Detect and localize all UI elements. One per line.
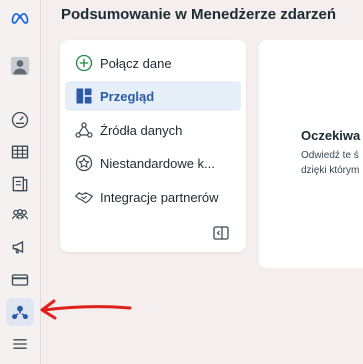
overview-icon (74, 86, 94, 106)
catalog-icon[interactable] (6, 170, 34, 198)
page-title: Podsumowanie w Menedżerze zdarzeń (61, 6, 337, 23)
megaphone-icon[interactable] (6, 233, 34, 261)
menu-item-overview[interactable]: Przegląd (65, 81, 241, 111)
table-icon[interactable] (6, 138, 34, 166)
main-content-card: Oczekiwa Odwiedź te ś dzięki którym (259, 40, 363, 268)
menu-item-label: Niestandardowe k... (100, 155, 215, 171)
card-heading: Oczekiwa (301, 128, 361, 143)
dashboard-gauge-icon[interactable] (6, 106, 34, 134)
custom-conversions-icon (74, 153, 94, 173)
panel-collapse-icon[interactable] (212, 224, 230, 242)
menu-item-label: Integracje partnerów (100, 189, 219, 205)
side-menu: Połącz dane Przegląd Źródła danych Niest… (60, 40, 246, 252)
menu-item-custom-conversions[interactable]: Niestandardowe k... (65, 148, 241, 178)
events-manager-icon[interactable] (6, 298, 34, 326)
red-arrow-annotation (40, 299, 132, 320)
menu-item-partner-integrations[interactable]: Integracje partnerów (65, 182, 241, 212)
card-text-line: dzięki którym (301, 165, 360, 176)
card-text-line: Odwiedź te ś (301, 150, 359, 161)
menu-item-data-sources[interactable]: Źródła danych (65, 115, 241, 145)
menu-item-connect-data[interactable]: Połącz dane (65, 48, 241, 78)
handshake-icon (74, 187, 94, 207)
card-description: Odwiedź te ś dzięki którym (301, 148, 359, 178)
plus-circle-icon (74, 53, 94, 73)
menu-item-label: Przegląd (100, 88, 155, 104)
billing-card-icon[interactable] (6, 266, 34, 294)
meta-logo-icon[interactable] (6, 4, 34, 32)
menu-icon[interactable] (6, 330, 34, 358)
avatar[interactable] (6, 52, 34, 80)
nav-rail (0, 0, 41, 364)
menu-item-label: Źródła danych (100, 122, 183, 138)
data-sources-icon (74, 120, 94, 140)
menu-item-label: Połącz dane (100, 55, 172, 71)
audiences-icon[interactable] (6, 201, 34, 229)
